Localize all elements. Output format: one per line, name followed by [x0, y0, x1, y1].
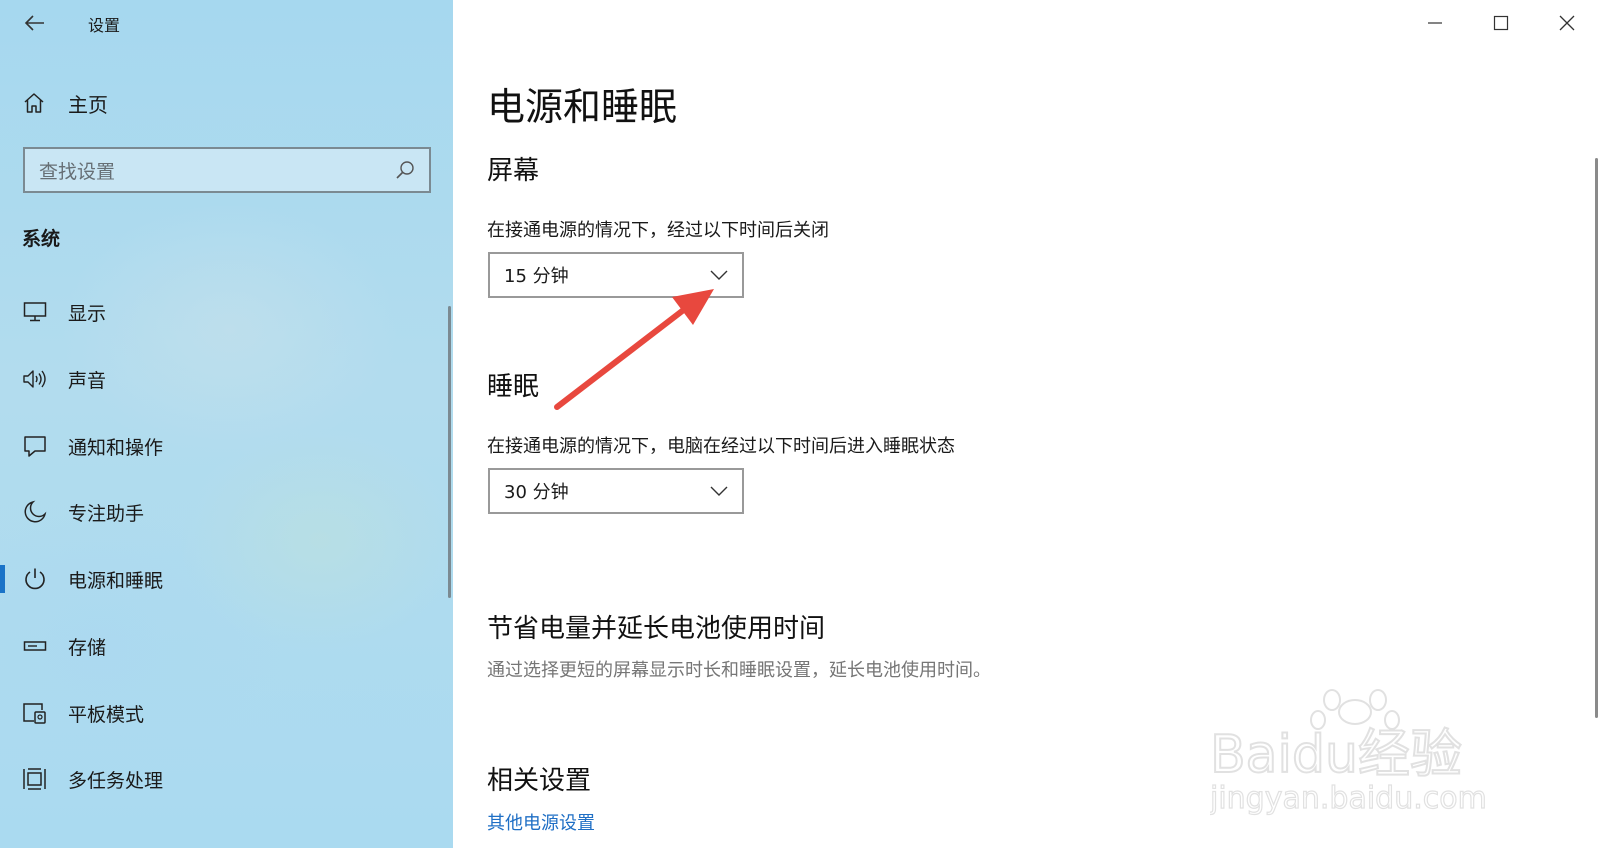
sidebar: 设置 主页 查找设置 系统 显示 声音 通知和操作 专注助手 电源和睡眠 存储 … [0, 0, 453, 848]
screen-timeout-dropdown[interactable]: 15 分钟 [488, 252, 744, 298]
sidebar-item-display[interactable]: 显示 [0, 290, 440, 334]
multitasking-icon [22, 766, 48, 792]
speaker-icon [22, 366, 48, 392]
power-icon [22, 566, 48, 592]
close-button[interactable] [1534, 0, 1600, 46]
sidebar-item-storage[interactable]: 存储 [0, 624, 440, 668]
close-icon [1559, 15, 1575, 31]
baidu-watermark-logo: Baidu经验 jingyan.baidu.com [1210, 689, 1487, 817]
chevron-down-icon [710, 486, 728, 496]
sidebar-item-label: 通知和操作 [68, 436, 164, 459]
maximize-button[interactable] [1468, 0, 1534, 46]
sidebar-item-label: 电源和睡眠 [68, 569, 164, 592]
storage-icon [22, 633, 48, 659]
sleep-description: 在接通电源的情况下，电脑在经过以下时间后进入睡眠状态 [487, 436, 955, 457]
sidebar-item-label: 显示 [68, 302, 107, 325]
sidebar-item-label: 声音 [68, 369, 107, 392]
home-icon [24, 93, 44, 113]
sidebar-item-label: 平板模式 [68, 703, 145, 726]
search-input[interactable]: 查找设置 [23, 147, 431, 193]
search-icon [396, 161, 414, 179]
minimize-button[interactable] [1402, 0, 1468, 46]
maximize-icon [1493, 15, 1509, 31]
app-title: 设置 [88, 16, 121, 35]
sidebar-item-notifications[interactable]: 通知和操作 [0, 424, 440, 468]
minimize-icon [1428, 22, 1442, 24]
sleep-timeout-value: 30 分钟 [504, 482, 569, 503]
main-scrollbar[interactable] [1595, 158, 1598, 718]
sidebar-item-power-sleep[interactable]: 电源和睡眠 [0, 557, 440, 601]
screen-description: 在接通电源的情况下，经过以下时间后关闭 [487, 220, 829, 241]
chevron-down-icon [710, 270, 728, 280]
sidebar-item-label: 专注助手 [68, 502, 145, 525]
watermark-brand: Baidu经验 [1210, 725, 1462, 785]
sidebar-scrollbar[interactable] [448, 306, 451, 598]
sidebar-item-label: 多任务处理 [68, 769, 164, 792]
sidebar-item-sound[interactable]: 声音 [0, 357, 440, 401]
window-controls [1402, 0, 1600, 46]
screen-timeout-value: 15 分钟 [504, 266, 569, 287]
tablet-mode-icon [22, 700, 48, 726]
back-button[interactable] [22, 10, 48, 36]
sleep-timeout-dropdown[interactable]: 30 分钟 [488, 468, 744, 514]
sleep-heading: 睡眠 [487, 372, 540, 402]
moon-icon [22, 499, 48, 525]
nav-home-label: 主页 [68, 92, 108, 117]
battery-heading: 节省电量并延长电池使用时间 [487, 614, 826, 644]
sidebar-item-tablet-mode[interactable]: 平板模式 [0, 691, 440, 735]
section-heading-system: 系统 [22, 228, 61, 250]
watermark-url: jingyan.baidu.com [1210, 781, 1487, 816]
sidebar-item-label: 存储 [68, 636, 107, 659]
page-title: 电源和睡眠 [487, 85, 678, 129]
notification-icon [22, 433, 48, 459]
screen-heading: 屏幕 [487, 156, 540, 186]
back-arrow-icon [24, 15, 44, 31]
related-settings-heading: 相关设置 [487, 766, 592, 796]
sidebar-item-multitasking[interactable]: 多任务处理 [0, 757, 440, 801]
sidebar-item-focus-assist[interactable]: 专注助手 [0, 490, 440, 534]
battery-description: 通过选择更短的屏幕显示时长和睡眠设置，延长电池使用时间。 [487, 660, 991, 681]
monitor-icon [22, 299, 48, 325]
nav-home[interactable]: 主页 [22, 88, 322, 118]
search-placeholder: 查找设置 [39, 160, 116, 183]
additional-power-settings-link[interactable]: 其他电源设置 [487, 809, 595, 835]
